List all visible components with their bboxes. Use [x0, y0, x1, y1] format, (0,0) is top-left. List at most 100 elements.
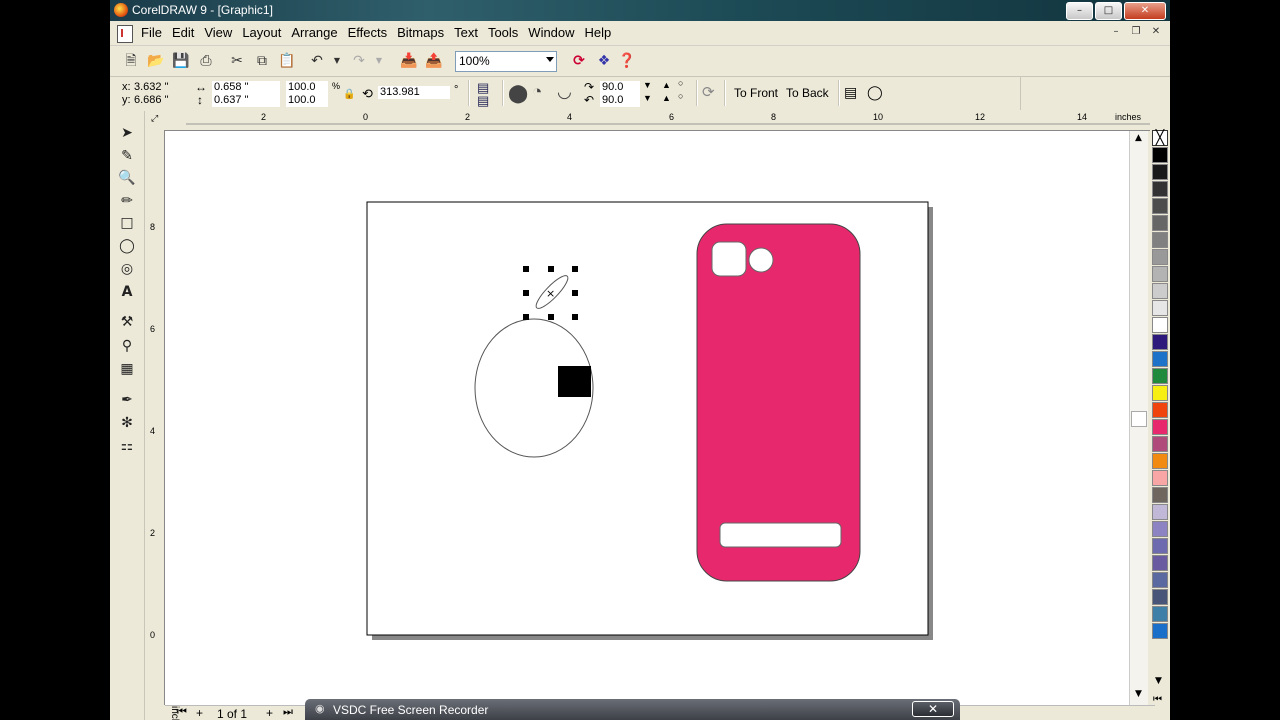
menu-effects[interactable]: Effects [348, 25, 396, 40]
black-square[interactable] [558, 366, 591, 397]
color-swatch[interactable] [1152, 623, 1168, 639]
redo-dropdown-icon[interactable]: ▼ [370, 52, 388, 70]
rotation-center-icon[interactable]: × [546, 287, 555, 300]
arc-mode-icon[interactable]: ◡ [557, 82, 572, 102]
recorder-close-button[interactable]: ✕ [912, 701, 954, 717]
undo-dropdown-icon[interactable]: ▼ [328, 52, 346, 70]
minimize-button[interactable]: – [1066, 2, 1093, 20]
lock-icon[interactable]: 🔒 [343, 89, 355, 100]
document-icon[interactable] [117, 25, 133, 43]
menu-text[interactable]: Text [454, 25, 486, 40]
ellipse-mode-icon[interactable]: ⬤ [508, 83, 528, 104]
phone-camera-circle[interactable] [748, 247, 774, 273]
import-icon[interactable]: 📥 [400, 52, 418, 70]
vertical-scrollbar[interactable]: ▲ ▼ [1129, 131, 1148, 705]
screen-recorder-taskbar[interactable]: ◉ VSDC Free Screen Recorder ✕ [305, 699, 960, 720]
color-swatch[interactable] [1152, 402, 1168, 418]
spiral-tool-icon[interactable]: ◎ [118, 260, 136, 278]
eyedropper-tool-icon[interactable]: ✒ [118, 391, 136, 409]
color-swatch[interactable] [1152, 572, 1168, 588]
scroll-thumb[interactable] [1131, 411, 1147, 427]
palette-expand-icon[interactable]: ⏮ [1153, 694, 1162, 705]
scroll-up-icon[interactable]: ▲ [1135, 133, 1142, 143]
print-icon[interactable]: ⎙ [197, 52, 215, 70]
freehand-tool-icon[interactable]: ✏ [118, 192, 136, 210]
drawing-canvas[interactable]: × [165, 131, 1133, 705]
export-icon[interactable]: 📤 [425, 52, 443, 70]
options-icon[interactable]: ❖ [595, 52, 613, 70]
interactive-fill-icon[interactable]: ⚒ [118, 313, 136, 331]
color-swatch[interactable] [1152, 334, 1168, 350]
outline-tool-icon[interactable]: ✻ [118, 414, 136, 432]
color-swatch[interactable] [1152, 181, 1168, 197]
color-swatch[interactable] [1152, 606, 1168, 622]
copy-icon[interactable]: ⧉ [253, 52, 271, 70]
start-angle-up-icon[interactable]: ▲ [662, 80, 671, 90]
mirror-vertical-icon[interactable]: ▤ [477, 93, 489, 109]
pie-mode-icon[interactable]: ◔ [532, 82, 542, 102]
wrap-text-icon[interactable]: ▤ [844, 84, 857, 101]
transparency-tool-icon[interactable]: ⚲ [118, 337, 136, 355]
cut-icon[interactable]: ✂ [228, 52, 246, 70]
x-position-field[interactable]: 3.632 " [134, 81, 169, 93]
color-swatch[interactable] [1152, 198, 1168, 214]
doc-close-button[interactable]: ✕ [1148, 25, 1164, 39]
color-swatch[interactable] [1152, 351, 1168, 367]
zoom-tool-icon[interactable]: 🔍 [118, 169, 136, 187]
color-swatch[interactable] [1152, 317, 1168, 333]
convert-to-curves-icon[interactable]: ⟳ [702, 83, 715, 101]
palette-scroll-down-icon[interactable]: ▼ [1155, 676, 1162, 686]
scale-x-field[interactable]: 100.0 [286, 81, 328, 94]
scale-y-field[interactable]: 100.0 [286, 94, 328, 107]
menu-arrange[interactable]: Arrange [291, 25, 345, 40]
color-swatch[interactable] [1152, 368, 1168, 384]
color-swatch[interactable] [1152, 232, 1168, 248]
menu-view[interactable]: View [204, 25, 240, 40]
corel-online-icon[interactable]: ⟳ [570, 52, 588, 70]
color-swatch[interactable] [1152, 419, 1168, 435]
to-back-button[interactable]: To Back [786, 86, 829, 100]
doc-restore-button[interactable]: ❐ [1128, 25, 1144, 39]
menu-bitmaps[interactable]: Bitmaps [397, 25, 452, 40]
color-swatch[interactable] [1152, 504, 1168, 520]
to-front-button[interactable]: To Front [734, 86, 778, 100]
open-icon[interactable]: 📂 [147, 52, 165, 70]
ellipse-tool-icon[interactable]: ◯ [118, 237, 136, 255]
color-swatch[interactable] [1152, 555, 1168, 571]
color-swatch[interactable] [1152, 266, 1168, 282]
color-swatch[interactable] [1152, 521, 1168, 537]
color-swatch[interactable] [1152, 283, 1168, 299]
menu-file[interactable]: File [141, 25, 170, 40]
maximize-button[interactable]: □ [1095, 2, 1122, 20]
end-angle-up-icon[interactable]: ▲ [662, 93, 671, 103]
fill-tool-icon[interactable]: ⚏ [118, 437, 136, 455]
scroll-down-icon[interactable]: ▼ [1135, 689, 1142, 699]
color-swatch[interactable] [1152, 589, 1168, 605]
add-page-after-icon[interactable]: + [266, 706, 273, 720]
menu-help[interactable]: Help [585, 25, 620, 40]
outline-icon[interactable]: ◯ [867, 84, 883, 101]
color-swatch[interactable] [1152, 436, 1168, 452]
end-angle-down-icon[interactable]: ▼ [643, 93, 652, 103]
start-angle-down-icon[interactable]: ▼ [643, 80, 652, 90]
text-tool-icon[interactable]: A [118, 283, 136, 301]
color-swatch[interactable] [1152, 453, 1168, 469]
menu-window[interactable]: Window [528, 25, 582, 40]
first-page-icon[interactable]: ⏮ [177, 706, 187, 719]
shape-tool-icon[interactable]: ✎ [118, 147, 136, 165]
color-swatch[interactable] [1152, 164, 1168, 180]
height-field[interactable]: 0.637 " [212, 94, 280, 107]
menu-tools[interactable]: Tools [488, 25, 526, 40]
color-swatch[interactable] [1152, 487, 1168, 503]
color-swatch[interactable] [1152, 215, 1168, 231]
undo-icon[interactable]: ↶ [308, 52, 326, 70]
y-position-field[interactable]: 6.686 " [134, 94, 169, 106]
doc-minimize-button[interactable]: – [1108, 25, 1124, 39]
end-angle-field[interactable]: 90.0 [600, 94, 640, 107]
color-swatch[interactable] [1152, 470, 1168, 486]
pick-tool-icon[interactable]: ➤ [118, 124, 136, 142]
blend-tool-icon[interactable]: ▦ [118, 360, 136, 378]
counterclockwise-icon[interactable]: ○ [678, 91, 683, 101]
paste-icon[interactable]: 📋 [278, 52, 296, 70]
menu-layout[interactable]: Layout [242, 25, 289, 40]
